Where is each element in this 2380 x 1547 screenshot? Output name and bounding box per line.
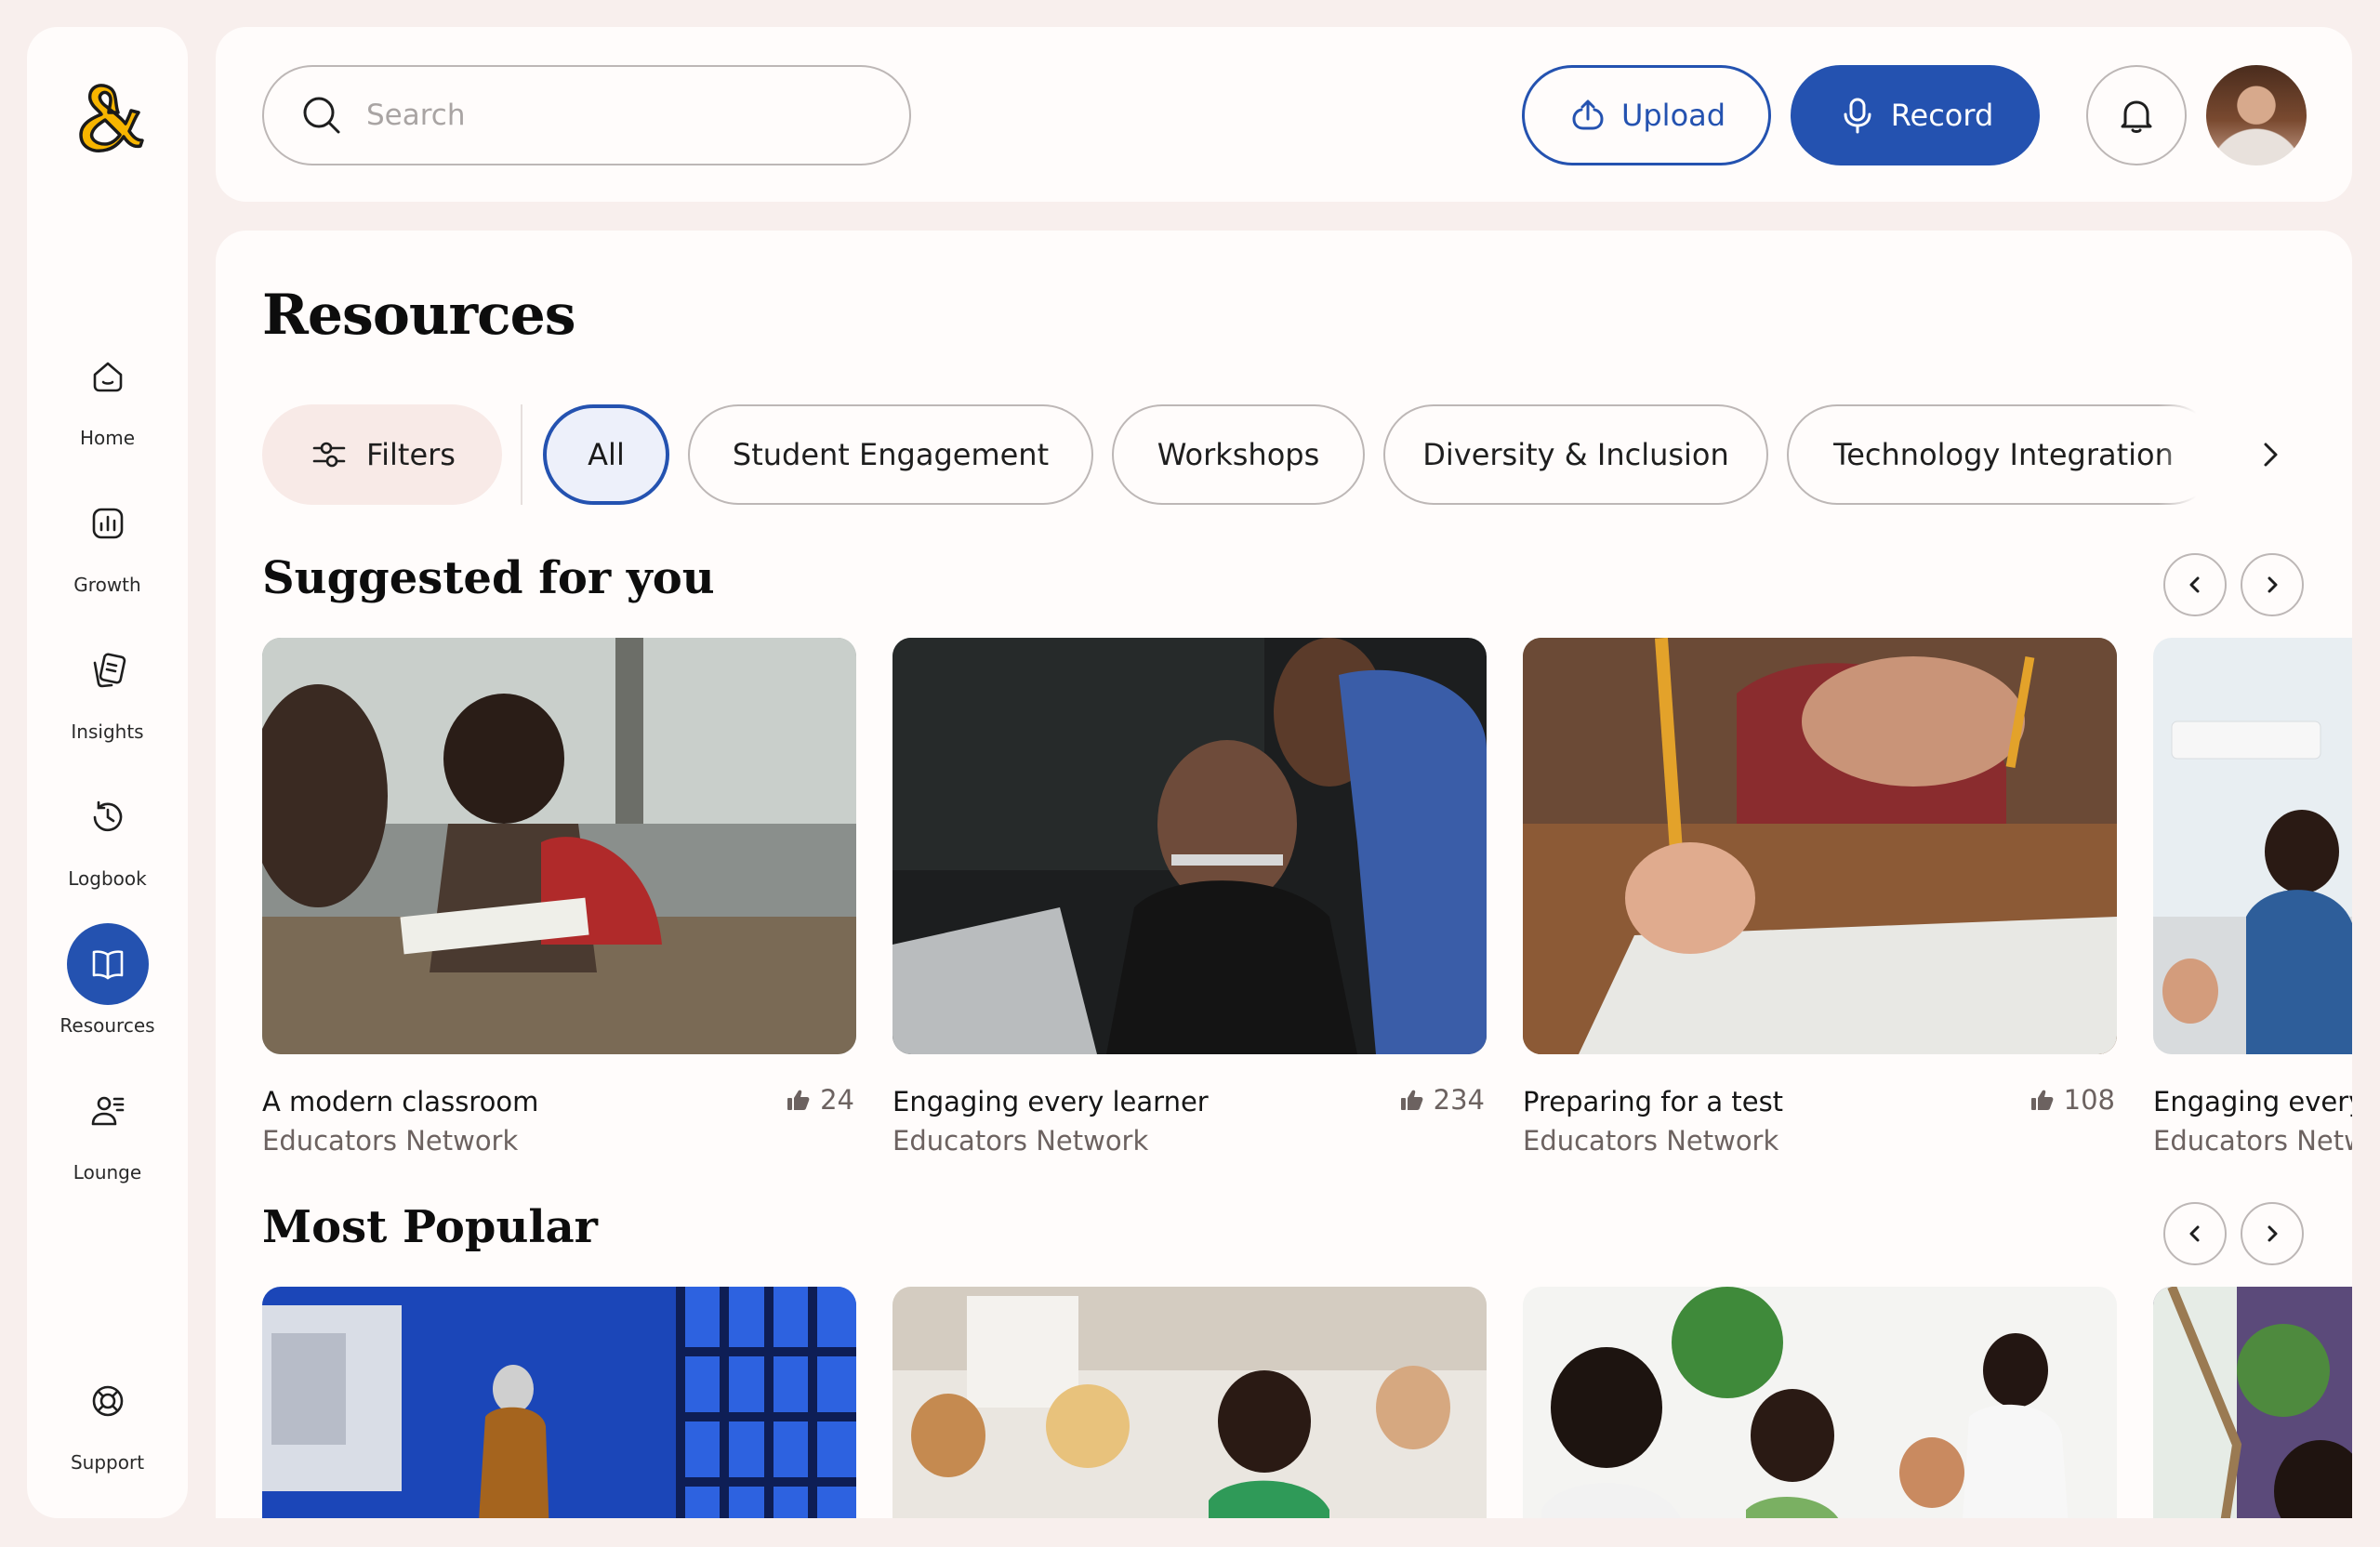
chevron-right-icon (2264, 443, 2278, 467)
book-open-icon (66, 923, 149, 1005)
thumbs-up-icon (787, 1090, 810, 1110)
popular-card[interactable] (1523, 1287, 2117, 1518)
record-label: Record (1890, 98, 1994, 133)
chip-all[interactable]: All (543, 404, 669, 505)
card-title: Engaging every learner (892, 1086, 1209, 1117)
popular-card[interactable] (2153, 1287, 2352, 1518)
resource-card[interactable]: Engaging every Educators Netw (2153, 638, 2352, 1157)
card-source: Educators Network (262, 1125, 519, 1157)
thumbs-up-icon (2030, 1090, 2054, 1110)
search-icon (303, 97, 340, 134)
chip-student-engagement[interactable]: Student Engagement (688, 404, 1093, 505)
popular-card[interactable] (262, 1287, 856, 1518)
filters-button[interactable]: Filters (262, 404, 502, 505)
clock-history-icon (67, 776, 149, 858)
home-icon (67, 336, 149, 417)
sidebar-item-label: Lounge (73, 1161, 142, 1183)
suggested-prev-button[interactable] (2163, 553, 2227, 616)
sidebar-item-label: Logbook (68, 867, 147, 890)
filter-chip-bar: Filters All Student Engagement Workshops… (262, 404, 2352, 505)
record-button[interactable]: Record (1791, 65, 2040, 165)
chip-workshops[interactable]: Workshops (1112, 404, 1365, 505)
resource-card[interactable]: Preparing for a test Educators Network 1… (1523, 638, 2117, 1157)
search-input[interactable] (366, 99, 850, 132)
filters-label: Filters (366, 437, 456, 472)
insights-notes-icon (67, 629, 149, 711)
card-source: Educators Network (892, 1125, 1149, 1157)
user-list-icon (67, 1070, 149, 1152)
sliders-icon (312, 442, 346, 468)
card-title: Preparing for a test (1523, 1086, 1784, 1117)
sidebar-item-lounge[interactable]: Lounge (27, 1070, 188, 1191)
likes-count: 108 (2063, 1084, 2115, 1116)
chevron-left-icon (2189, 1225, 2200, 1242)
search-box[interactable] (262, 65, 911, 165)
sidebar-item-label: Support (70, 1451, 145, 1474)
popular-next-button[interactable] (2241, 1202, 2304, 1265)
section-title-suggested: Suggested for you (262, 552, 715, 604)
sidebar-item-support[interactable]: Support (27, 1360, 188, 1481)
chip-fade (2159, 404, 2242, 505)
page-title: Resources (262, 283, 576, 348)
popular-prev-button[interactable] (2163, 1202, 2227, 1265)
thumbs-up-icon (1400, 1090, 1423, 1110)
chip-technology-integration[interactable]: Technology Integration (1787, 404, 2220, 505)
top-bar: Upload Record (216, 27, 2352, 202)
sidebar-item-label: Insights (71, 721, 144, 743)
card-title: A modern classroom (262, 1086, 539, 1117)
upload-button[interactable]: Upload (1522, 65, 1771, 165)
card-image (2153, 1287, 2352, 1518)
suggested-next-button[interactable] (2241, 553, 2304, 616)
lifebuoy-icon (67, 1360, 149, 1442)
card-image (1523, 1287, 2117, 1518)
card-image (2153, 638, 2352, 1054)
ampersand-logo[interactable] (60, 70, 153, 163)
popular-card[interactable] (892, 1287, 1487, 1518)
chevron-left-icon (2189, 576, 2200, 593)
chips-scroll-right[interactable] (2242, 427, 2298, 483)
sidebar-item-label: Growth (73, 574, 141, 596)
sidebar-item-logbook[interactable]: Logbook (27, 776, 188, 897)
card-source: Educators Netw (2153, 1125, 2352, 1157)
card-image (262, 638, 856, 1054)
sidebar-item-growth[interactable]: Growth (27, 483, 188, 603)
notifications-button[interactable] (2086, 65, 2187, 165)
resource-card[interactable]: A modern classroom Educators Network 24 (262, 638, 856, 1157)
upload-label: Upload (1620, 98, 1726, 133)
section-title-popular: Most Popular (262, 1201, 598, 1253)
card-image (892, 638, 1487, 1054)
user-avatar[interactable] (2206, 65, 2307, 165)
likes-count: 24 (820, 1084, 854, 1116)
card-image (1523, 638, 2117, 1054)
sidebar-item-insights[interactable]: Insights (27, 629, 188, 750)
chip-divider (521, 404, 522, 505)
upload-icon (1572, 99, 1604, 130)
card-image (892, 1287, 1487, 1518)
chevron-right-icon (2268, 1225, 2278, 1242)
sidebar-item-resources[interactable]: Resources (27, 923, 188, 1044)
likes-count: 234 (1433, 1084, 1485, 1116)
sidebar-item-label: Resources (60, 1014, 155, 1037)
card-source: Educators Network (1523, 1125, 1779, 1157)
microphone-icon (1844, 98, 1871, 134)
resource-card[interactable]: Engaging every learner Educators Network… (892, 638, 1487, 1157)
growth-chart-icon (67, 483, 149, 564)
chip-diversity-inclusion[interactable]: Diversity & Inclusion (1383, 404, 1768, 505)
sidebar-item-label: Home (79, 427, 136, 449)
main-content: Resources Filters All Student Engagement… (216, 231, 2352, 1518)
sidebar: Home Growth Insights Logbook Resources L… (27, 27, 188, 1518)
card-likes: 234 (1398, 1084, 1485, 1116)
bell-icon (2121, 100, 2152, 133)
sidebar-item-home[interactable]: Home (27, 336, 188, 456)
chevron-right-icon (2268, 576, 2278, 593)
card-title: Engaging every (2153, 1086, 2352, 1117)
card-likes: 108 (2029, 1084, 2115, 1116)
card-image (262, 1287, 856, 1518)
card-likes: 24 (785, 1084, 854, 1116)
